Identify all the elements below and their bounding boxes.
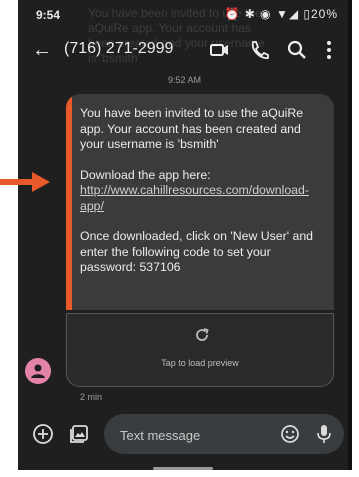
video-call-icon[interactable] (208, 39, 230, 61)
phone-screen: 9:54 You have been invited to use the aQ… (18, 0, 348, 470)
status-bar: 9:54 You have been invited to use the aQ… (18, 0, 348, 65)
emoji-icon[interactable] (280, 424, 300, 444)
download-prefix: Download the app here: (80, 167, 211, 182)
conversation-timestamp: 9:52 AM (168, 75, 202, 85)
highlight-bar (66, 94, 72, 310)
tap-to-load-preview: Tap to load preview (161, 358, 239, 368)
status-icons: ⏰ ✱ ◉ ▼◢ ▯20% (224, 7, 338, 21)
message-text: You have been invited to use the aQuiRe … (80, 106, 320, 291)
message-composer[interactable] (104, 414, 344, 454)
message-paragraph-3: Once downloaded, click on 'New User' and… (80, 229, 313, 274)
person-icon (31, 364, 45, 378)
device-edge (348, 0, 352, 470)
annotation-arrow-icon (0, 172, 50, 192)
message-paragraph-2: Download the app here: http://www.cahill… (80, 168, 320, 215)
home-indicator (153, 467, 213, 470)
download-link[interactable]: http://www.cahillresources.com/download-… (80, 183, 309, 213)
link-preview[interactable]: Tap to load preview (66, 313, 334, 387)
message-age: 2 min (80, 392, 103, 402)
more-options-icon[interactable] (324, 39, 334, 61)
text-message-input[interactable] (118, 424, 272, 446)
contact-title[interactable]: (716) 271-2999 (64, 40, 173, 58)
app-bar: ← (716) 271-2999 (18, 30, 348, 70)
refresh-icon (196, 328, 209, 341)
microphone-icon[interactable] (316, 424, 332, 444)
back-arrow-icon[interactable]: ← (32, 40, 52, 60)
add-attachment-icon[interactable] (32, 423, 54, 445)
message-bubble[interactable]: You have been invited to use the aQuiRe … (66, 94, 334, 310)
search-icon[interactable] (286, 39, 308, 61)
message-paragraph-1: You have been invited to use the aQuiRe … (80, 106, 304, 151)
phone-call-icon[interactable] (248, 39, 270, 61)
contact-avatar[interactable] (25, 358, 51, 384)
gallery-icon[interactable] (68, 423, 90, 445)
status-time: 9:54 (36, 8, 61, 22)
